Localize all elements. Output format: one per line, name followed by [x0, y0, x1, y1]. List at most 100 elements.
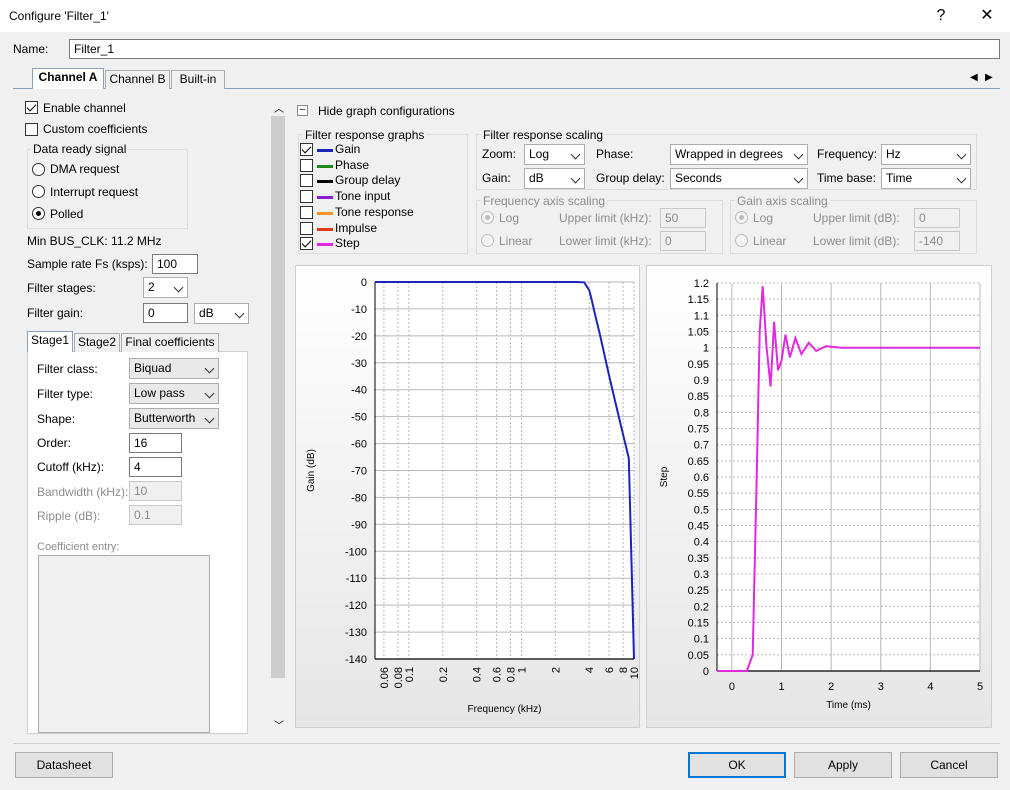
bandwidth-input: 10	[129, 481, 182, 501]
tab-channel-a[interactable]: Channel A	[32, 68, 104, 89]
zoom-select[interactable]: Log	[524, 144, 585, 165]
interrupt-request-radio[interactable]	[32, 185, 45, 198]
chevron-down-icon	[956, 173, 967, 184]
filter-type-select[interactable]: Low pass	[129, 383, 219, 404]
y-tick-label: -70	[351, 466, 367, 478]
graph-checkbox-group-delay[interactable]	[300, 174, 313, 188]
freq-axis-title: Frequency axis scaling	[481, 194, 608, 208]
x-axis-label: Time (ms)	[826, 700, 871, 711]
shape-label: Shape:	[37, 412, 76, 426]
order-label: Order:	[37, 436, 72, 450]
help-button[interactable]: ?	[926, 5, 956, 27]
x-tick-label: 0.1	[404, 667, 416, 682]
tab-stage1[interactable]: Stage1	[27, 331, 73, 352]
ripple-label: Ripple (dB):	[37, 509, 101, 523]
enable-channel-label: Enable channel	[43, 101, 126, 115]
coefficient-entry-label: Coefficient entry:	[37, 541, 120, 553]
filter-stages-label: Filter stages:	[27, 281, 96, 295]
y-tick-label: 0.65	[688, 456, 709, 468]
scrollbar-thumb[interactable]	[271, 116, 285, 678]
name-input[interactable]: Filter_1	[69, 39, 1000, 59]
y-tick-label: 0.45	[688, 521, 709, 533]
y-tick-label: -140	[345, 654, 367, 666]
gain-chart: 0 -10 -20 -30 -40 -50 -60 -70 -80 -90 -100 -110 -120…	[306, 277, 641, 715]
apply-button[interactable]: Apply	[794, 752, 892, 778]
chevron-down-icon	[956, 149, 967, 160]
lower-khz-input: 0	[660, 231, 706, 251]
filter-class-value: Biquad	[134, 361, 172, 375]
x-tick-label: 0.2	[438, 667, 450, 682]
scrollbar[interactable]	[271, 100, 285, 734]
graph-checkbox-tone-response[interactable]	[300, 205, 313, 219]
chevron-down-icon	[204, 388, 215, 399]
y-axis-label: Step	[659, 466, 670, 487]
tab-scroll-left-icon[interactable]: ◀	[970, 72, 978, 83]
cutoff-input[interactable]: 4	[129, 457, 182, 477]
graph-label: Impulse	[335, 220, 378, 235]
graph-label: Tone response	[335, 204, 414, 219]
x-tick-label: 3	[878, 681, 884, 693]
graph-checkbox-step[interactable]	[300, 237, 313, 251]
frequency-select[interactable]: Hz	[881, 144, 971, 165]
y-tick-label: 0.35	[688, 553, 709, 565]
tab-stage2[interactable]: Stage2	[74, 333, 120, 352]
sample-rate-input[interactable]: 100	[152, 254, 198, 274]
time-base-select[interactable]: Time	[881, 168, 971, 189]
scroll-up-icon[interactable]: ︿	[274, 100, 284, 115]
legend-swatch	[317, 196, 333, 200]
tab-channel-b[interactable]: Channel B	[105, 70, 170, 89]
tab-built-in[interactable]: Built-in	[171, 70, 225, 89]
y-tick-label: 0.05	[688, 650, 709, 662]
time-base-value: Time	[886, 171, 913, 185]
filter-scaling-title: Filter response scaling	[481, 128, 606, 142]
x-tick-label: 10	[629, 667, 641, 679]
polled-radio[interactable]	[32, 207, 45, 220]
gain-axis-title: Gain axis scaling	[735, 194, 830, 208]
y-tick-label: 0.3	[694, 569, 709, 581]
chevron-down-icon	[570, 149, 581, 160]
graph-checkbox-phase[interactable]	[300, 158, 313, 172]
dma-request-label: DMA request	[50, 162, 120, 176]
interrupt-request-label: Interrupt request	[50, 185, 139, 199]
dma-request-radio[interactable]	[32, 163, 45, 176]
frequency-value: Hz	[886, 147, 901, 161]
graph-checkbox-gain[interactable]	[300, 143, 313, 156]
filter-class-select[interactable]: Biquad	[129, 358, 219, 379]
x-tick-label: 4	[584, 667, 596, 673]
gain-chart-panel: 0 -10 -20 -30 -40 -50 -60 -70 -80 -90 -100 -110 -120…	[295, 265, 641, 728]
y-tick-label: -80	[351, 492, 367, 504]
zoom-value: Log	[529, 147, 550, 161]
close-button[interactable]: ✕	[972, 5, 1002, 27]
filter-stages-select[interactable]: 2	[143, 277, 188, 298]
hide-graph-config-toggle[interactable]: –	[297, 105, 308, 116]
y-tick-label: -100	[345, 546, 367, 558]
step-chart-panel: 0 0.05 0.1 0.15 0.2 0.25 0.3 0.35 0.4 0.45 0.5 0.55…	[646, 265, 992, 728]
enable-channel-checkbox[interactable]	[25, 101, 38, 114]
gain-scale-label: Gain:	[482, 171, 511, 185]
gain-scale-select[interactable]: dB	[524, 168, 585, 189]
graph-checkbox-tone-input[interactable]	[300, 190, 313, 204]
phase-select[interactable]: Wrapped in degrees	[670, 144, 808, 165]
cancel-button[interactable]: Cancel	[900, 752, 998, 778]
filter-graphs-title: Filter response graphs	[303, 128, 427, 142]
graph-label: Gain	[335, 142, 361, 156]
filter-gain-unit-select[interactable]: dB	[194, 303, 249, 324]
ok-button[interactable]: OK	[688, 752, 786, 778]
order-input[interactable]: 16	[129, 433, 182, 453]
scroll-down-icon[interactable]: ﹀	[274, 717, 284, 732]
graph-checkbox-impulse[interactable]	[300, 221, 313, 235]
chevron-down-icon	[234, 308, 245, 319]
x-tick-label: 1	[516, 667, 528, 673]
x-tick-label: 0.6	[491, 667, 503, 682]
x-tick-label: 6	[604, 667, 616, 673]
group-delay-select[interactable]: Seconds	[670, 168, 808, 189]
shape-select[interactable]: Butterworth	[129, 408, 219, 429]
custom-coefficients-checkbox[interactable]	[25, 123, 38, 136]
freq-log-label: Log	[499, 211, 520, 225]
tab-scroll-right-icon[interactable]: ▶	[985, 72, 993, 83]
custom-coefficients-label: Custom coefficients	[43, 122, 148, 136]
datasheet-button[interactable]: Datasheet	[15, 752, 113, 778]
filter-gain-input[interactable]: 0	[143, 303, 188, 323]
graph-label: Tone input	[335, 189, 391, 204]
tab-final-coefficients[interactable]: Final coefficients	[121, 333, 219, 352]
